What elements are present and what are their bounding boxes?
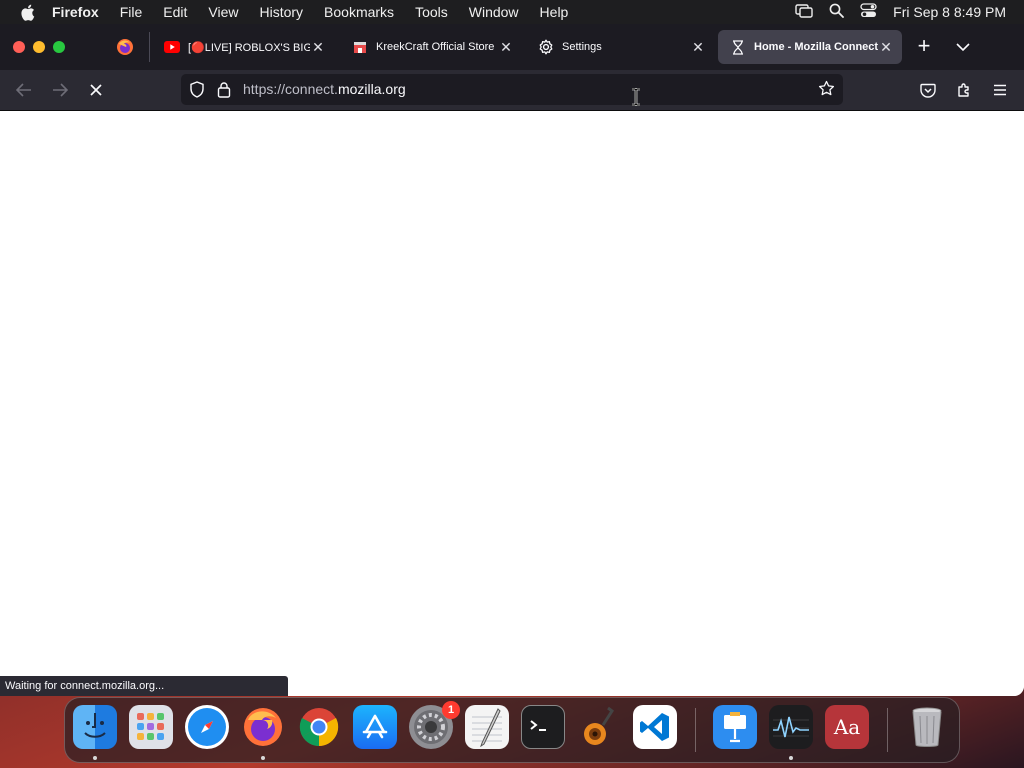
- close-window-button[interactable]: [13, 41, 25, 53]
- list-all-tabs-icon[interactable]: [955, 39, 971, 57]
- garageband-icon[interactable]: [577, 705, 621, 749]
- youtube-icon: [164, 39, 180, 55]
- menu-edit[interactable]: Edit: [163, 4, 187, 20]
- spotlight-search-icon[interactable]: [829, 3, 845, 21]
- notification-badge: 1: [442, 701, 460, 719]
- tab-title: Home - Mozilla Connect: [754, 41, 878, 53]
- back-arrow-icon[interactable]: [12, 78, 36, 102]
- menu-history[interactable]: History: [259, 4, 303, 20]
- menu-file[interactable]: File: [120, 4, 143, 20]
- text-cursor-icon: [631, 87, 641, 107]
- extensions-puzzle-icon[interactable]: [952, 78, 976, 102]
- app-store-icon[interactable]: [353, 705, 397, 749]
- keynote-icon[interactable]: [713, 705, 757, 749]
- close-tab-icon[interactable]: ✕: [310, 39, 326, 56]
- gear-icon: [538, 39, 554, 55]
- firefox-app-icon[interactable]: [241, 705, 285, 749]
- running-indicator: [261, 756, 265, 760]
- menu-window[interactable]: Window: [469, 4, 519, 20]
- url-prefix: https://connect.: [243, 81, 338, 97]
- firefox-view-icon[interactable]: [116, 38, 134, 61]
- close-tab-icon[interactable]: ✕: [878, 39, 894, 56]
- tab-youtube[interactable]: [🔴LIVE] ROBLOX'S BIGGEST ✕: [152, 30, 334, 64]
- tracking-protection-shield-icon[interactable]: [189, 81, 205, 103]
- pocket-icon[interactable]: [916, 78, 940, 102]
- tab-kreekcraft-store[interactable]: KreekCraft Official Store ✕: [340, 30, 522, 64]
- menu-clock[interactable]: Fri Sep 8 8:49 PM: [893, 4, 1006, 20]
- url-bar[interactable]: https://connect.mozilla.org: [181, 74, 843, 105]
- menu-bar: Firefox File Edit View History Bookmarks…: [0, 0, 1024, 24]
- chrome-icon[interactable]: [297, 705, 341, 749]
- menu-tools[interactable]: Tools: [415, 4, 448, 20]
- menu-bookmarks[interactable]: Bookmarks: [324, 4, 394, 20]
- hamburger-menu-icon[interactable]: [988, 78, 1012, 102]
- running-indicator: [93, 756, 97, 760]
- control-center-icon[interactable]: [860, 3, 877, 21]
- bookmark-star-icon[interactable]: [818, 80, 835, 102]
- browser-window: [🔴LIVE] ROBLOX'S BIGGEST ✕ KreekCraft Of…: [0, 24, 1024, 696]
- status-panel: Waiting for connect.mozilla.org...: [0, 676, 288, 696]
- url-text[interactable]: https://connect.mozilla.org: [243, 81, 406, 97]
- trash-icon[interactable]: [905, 705, 949, 749]
- lock-icon[interactable]: [217, 81, 231, 103]
- menu-view[interactable]: View: [208, 4, 238, 20]
- close-tab-icon[interactable]: ✕: [690, 39, 706, 56]
- launchpad-icon[interactable]: [129, 705, 173, 749]
- url-domain: mozilla.org: [337, 81, 406, 97]
- screen-mirroring-icon[interactable]: [795, 3, 813, 21]
- stop-loading-icon[interactable]: [84, 78, 108, 102]
- tab-settings[interactable]: Settings ✕: [526, 30, 714, 64]
- running-indicator: [789, 756, 793, 760]
- close-tab-icon[interactable]: ✕: [498, 39, 514, 56]
- new-tab-icon[interactable]: +: [914, 35, 934, 57]
- page-content[interactable]: Waiting for connect.mozilla.org...: [0, 111, 1024, 696]
- terminal-icon[interactable]: [521, 705, 565, 749]
- tab-divider: [149, 32, 150, 62]
- forward-arrow-icon[interactable]: [48, 78, 72, 102]
- tab-title: KreekCraft Official Store: [376, 41, 495, 53]
- dock-separator: [887, 708, 888, 752]
- tab-mozilla-connect[interactable]: Home - Mozilla Connect ✕: [718, 30, 902, 64]
- minimize-window-button[interactable]: [33, 41, 45, 53]
- safari-icon[interactable]: [185, 705, 229, 749]
- hourglass-icon: [730, 39, 746, 55]
- apple-menu-icon[interactable]: [18, 4, 36, 21]
- vscode-icon[interactable]: [633, 705, 677, 749]
- menu-app-name[interactable]: Firefox: [52, 4, 99, 20]
- tab-strip: [🔴LIVE] ROBLOX'S BIGGEST ✕ KreekCraft Of…: [0, 24, 1024, 70]
- tab-title: Settings: [562, 41, 602, 53]
- store-icon: [352, 39, 368, 55]
- tab-title: [🔴LIVE] ROBLOX'S BIGGEST: [188, 41, 310, 54]
- dictionary-icon[interactable]: Aa: [825, 705, 869, 749]
- navigation-toolbar: https://connect.mozilla.org: [0, 70, 1024, 111]
- activity-monitor-icon[interactable]: [769, 705, 813, 749]
- finder-icon[interactable]: [73, 705, 117, 749]
- dock: 1 Aa: [64, 697, 960, 763]
- textedit-icon[interactable]: [465, 705, 509, 749]
- dock-separator: [695, 708, 696, 752]
- zoom-window-button[interactable]: [53, 41, 65, 53]
- menu-help[interactable]: Help: [540, 4, 569, 20]
